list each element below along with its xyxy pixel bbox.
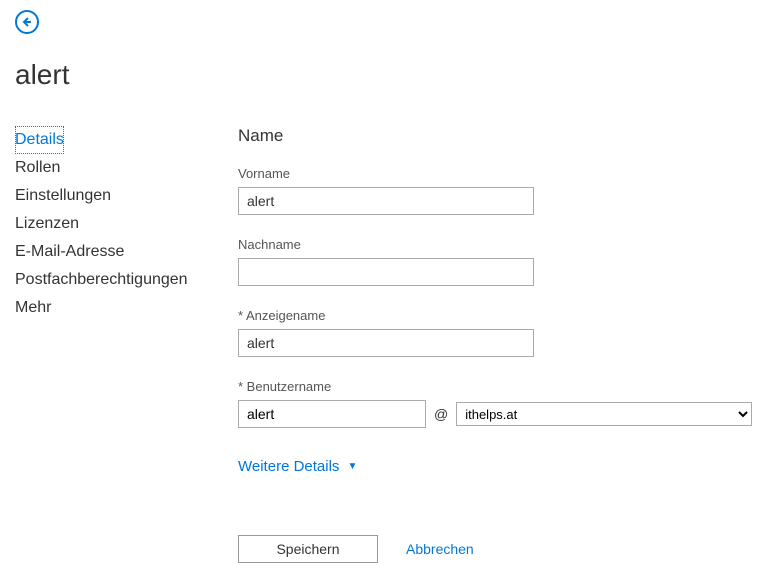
benutzername-label: * Benutzername — [238, 379, 752, 394]
vorname-label: Vorname — [238, 166, 752, 181]
main-content: Name Vorname Nachname * Anzeigename * Be… — [223, 126, 752, 563]
sidebar-item-rollen[interactable]: Rollen — [15, 154, 223, 182]
nachname-input[interactable] — [238, 258, 534, 286]
sidebar-item-postfachberechtigungen[interactable]: Postfachberechtigungen — [15, 266, 223, 294]
nachname-label: Nachname — [238, 237, 752, 252]
back-button[interactable] — [15, 10, 39, 34]
benutzername-input[interactable] — [238, 400, 426, 428]
sidebar: Details Rollen Einstellungen Lizenzen E-… — [15, 126, 223, 563]
domain-select[interactable]: ithelps.at — [456, 402, 752, 426]
save-button[interactable]: Speichern — [238, 535, 378, 563]
more-details-toggle[interactable]: Weitere Details ▼ — [238, 458, 357, 475]
cancel-link[interactable]: Abbrechen — [406, 541, 474, 557]
anzeigename-label: * Anzeigename — [238, 308, 752, 323]
page-title: alert — [15, 59, 752, 91]
chevron-down-icon: ▼ — [347, 461, 357, 472]
sidebar-item-details[interactable]: Details — [15, 126, 64, 154]
vorname-input[interactable] — [238, 187, 534, 215]
at-sign: @ — [434, 406, 448, 422]
section-header: Name — [238, 126, 752, 146]
sidebar-item-mehr[interactable]: Mehr — [15, 294, 223, 322]
anzeigename-input[interactable] — [238, 329, 534, 357]
more-details-label: Weitere Details — [238, 458, 339, 475]
arrow-left-icon — [21, 16, 33, 28]
sidebar-item-lizenzen[interactable]: Lizenzen — [15, 210, 223, 238]
sidebar-item-email-adresse[interactable]: E-Mail-Adresse — [15, 238, 223, 266]
sidebar-item-einstellungen[interactable]: Einstellungen — [15, 182, 223, 210]
